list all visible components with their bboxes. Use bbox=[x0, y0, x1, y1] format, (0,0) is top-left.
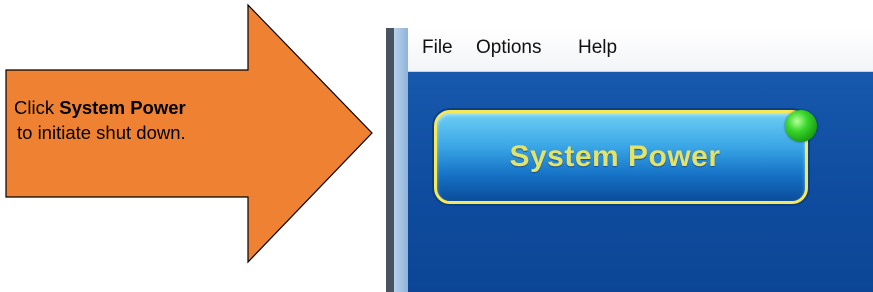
window-frame-edge bbox=[386, 28, 394, 292]
menu-bar: File Options Help bbox=[408, 28, 873, 72]
window-frame-border bbox=[394, 28, 408, 292]
callout-prefix: Click bbox=[14, 97, 55, 118]
app-window: File Options Help System Power bbox=[386, 28, 873, 292]
system-power-label: System Power bbox=[509, 140, 721, 173]
callout-target: System Power bbox=[59, 97, 186, 118]
menu-help[interactable]: Help bbox=[578, 37, 617, 59]
instruction-callout: Click System Power to initiate shut down… bbox=[14, 95, 304, 145]
callout-suffix: to initiate shut down. bbox=[17, 122, 186, 143]
callout-line-1: Click System Power bbox=[14, 95, 304, 120]
pointer-arrow-icon bbox=[5, 3, 373, 264]
green-status-led-icon bbox=[785, 110, 817, 142]
menu-options[interactable]: Options bbox=[476, 37, 541, 59]
menu-file[interactable]: File bbox=[422, 37, 453, 59]
system-power-button[interactable]: System Power bbox=[434, 110, 817, 204]
